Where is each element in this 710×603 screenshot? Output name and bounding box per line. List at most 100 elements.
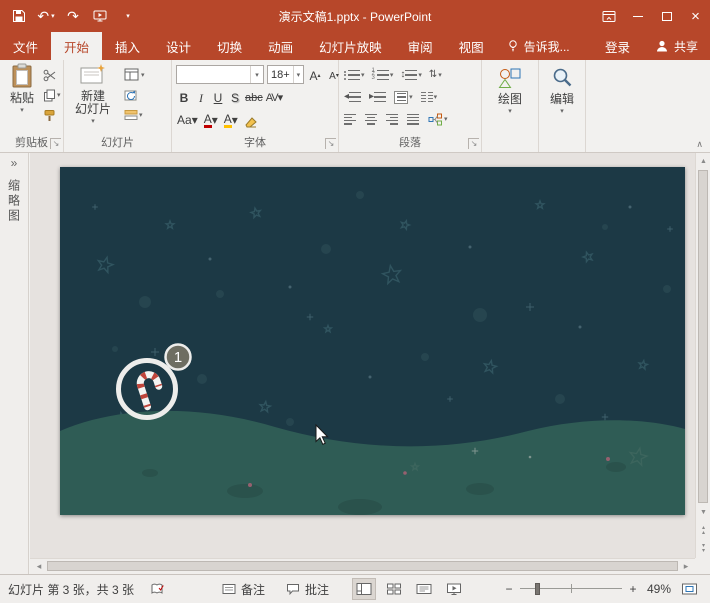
columns-button[interactable]: ▾ (421, 88, 438, 106)
scroll-up-button[interactable]: ▲ (696, 153, 710, 169)
slide-sorter-view-button[interactable] (382, 578, 406, 600)
ribbon-display-options-button[interactable] (594, 0, 623, 32)
reading-view-button[interactable] (412, 578, 436, 600)
section-icon (124, 109, 138, 121)
character-spacing-button[interactable]: AV▾ (265, 88, 283, 106)
editing-canvas[interactable]: 1 (30, 153, 695, 558)
decrease-indent-button[interactable]: ◂ (344, 88, 361, 106)
previous-slide-button[interactable]: ▴▴ (696, 522, 710, 539)
vertical-scrollbar[interactable]: ▲ ▼ ▴▴ ▾▾ (695, 153, 710, 558)
paste-button[interactable]: 粘贴 ▾ (2, 63, 42, 114)
drawing-group-button[interactable]: 绘图 ▾ (488, 66, 532, 115)
drawing-label: 绘图 (498, 93, 522, 106)
font-color-button[interactable]: A▾ (203, 110, 219, 128)
increase-indent-button[interactable]: ▸ (369, 88, 386, 106)
bold-button[interactable]: B (176, 88, 192, 106)
new-slide-button[interactable]: 新建 幻灯片 ▾ (69, 63, 117, 125)
notes-label: 备注 (241, 581, 265, 598)
tell-me-box[interactable]: 告诉我... (497, 32, 580, 60)
horizontal-scrollbar[interactable]: ◂ ▸ (30, 558, 695, 574)
horizontal-scroll-thumb[interactable] (47, 561, 678, 571)
customize-qat-button[interactable]: ▾ (118, 5, 136, 27)
tab-review[interactable]: 审阅 (395, 32, 446, 60)
clipboard-dialog-launcher[interactable]: ↘ (50, 138, 61, 149)
sign-in-button[interactable]: 登录 (592, 32, 643, 60)
redo-button[interactable]: ↷ (64, 5, 82, 27)
align-right-button[interactable] (386, 114, 398, 125)
font-name-select[interactable]: ▾ (176, 65, 264, 84)
section-button[interactable]: ▾ (124, 106, 143, 124)
tab-transitions[interactable]: 切换 (204, 32, 255, 60)
cut-button[interactable] (43, 66, 56, 84)
slideshow-view-button[interactable] (442, 578, 466, 600)
italic-button[interactable]: I (193, 88, 209, 106)
convert-to-smartart-button[interactable]: ▾ (428, 110, 448, 128)
start-slideshow-button[interactable] (91, 5, 109, 27)
normal-view-button[interactable] (352, 578, 376, 600)
justify-button[interactable] (407, 114, 419, 125)
highlight-color-button[interactable]: A▾ (223, 110, 239, 128)
character-spacing-label: AV (266, 91, 278, 106)
layout-button[interactable]: ▾ (124, 66, 145, 84)
scroll-left-button[interactable]: ◂ (32, 559, 46, 574)
zoom-slider-center-tick (571, 584, 572, 593)
copy-button[interactable]: ▾ (43, 86, 61, 104)
zoom-slider[interactable] (520, 575, 622, 603)
tab-design[interactable]: 设计 (153, 32, 204, 60)
share-button[interactable]: 共享 (643, 32, 710, 60)
format-painter-button[interactable] (43, 106, 56, 124)
font-size-select[interactable]: 18+▾ (267, 65, 304, 84)
expand-thumbnails-button[interactable]: » (0, 153, 28, 173)
undo-icon: ↶ (37, 9, 49, 23)
font-dialog-launcher[interactable]: ↘ (325, 138, 336, 149)
align-left-button[interactable] (344, 114, 356, 125)
scroll-down-button[interactable]: ▼ (696, 505, 710, 520)
scroll-right-button[interactable]: ▸ (679, 559, 693, 574)
minimize-button[interactable] (623, 0, 652, 32)
reset-button[interactable] (124, 86, 138, 104)
tab-view[interactable]: 视图 (446, 32, 497, 60)
number-badge[interactable]: 1 (166, 345, 191, 370)
slide[interactable]: 1 (60, 167, 685, 515)
vertical-scroll-thumb[interactable] (698, 170, 708, 503)
undo-button[interactable]: ↶▾ (37, 5, 55, 27)
bullets-button[interactable]: ▾ (344, 66, 365, 84)
slides-group-label: 幻灯片 (64, 134, 171, 150)
zoom-out-button[interactable]: − (502, 575, 516, 603)
bullets-icon (344, 71, 346, 80)
comments-button[interactable]: 批注 (286, 575, 329, 603)
zoom-in-button[interactable]: + (626, 575, 640, 603)
change-case-button[interactable]: Aa▾ (176, 110, 199, 128)
close-button[interactable]: × (681, 0, 710, 32)
text-shadow-button[interactable]: S (227, 88, 243, 106)
align-center-button[interactable] (365, 114, 377, 125)
tab-home[interactable]: 开始 (51, 32, 102, 60)
numbering-button[interactable]: 123▾ (372, 66, 394, 84)
save-button[interactable] (10, 5, 28, 27)
tab-file[interactable]: 文件 (0, 32, 51, 60)
editing-group-button[interactable]: 编辑 ▾ (543, 66, 581, 115)
next-slide-button[interactable]: ▾▾ (696, 540, 710, 557)
zoom-slider-thumb[interactable] (535, 583, 540, 595)
increase-font-size-button[interactable]: A▴ (307, 66, 323, 84)
tab-insert[interactable]: 插入 (102, 32, 153, 60)
text-direction-button[interactable]: ⇅▾ (429, 66, 442, 84)
person-icon (655, 39, 669, 53)
paragraph-dialog-launcher[interactable]: ↘ (468, 138, 479, 149)
line-spacing-button[interactable]: ↕▾ (400, 66, 422, 84)
chevron-down-icon: ▾ (126, 13, 130, 20)
spell-check-button[interactable] (150, 575, 166, 603)
collapse-ribbon-button[interactable]: ∧ (696, 140, 703, 149)
clear-formatting-button[interactable] (243, 110, 259, 128)
tab-animations[interactable]: 动画 (255, 32, 306, 60)
strikethrough-button[interactable]: abc (244, 88, 264, 106)
zoom-percentage[interactable]: 49% (641, 575, 671, 603)
fit-to-window-button[interactable] (681, 575, 698, 603)
underline-button[interactable]: U (210, 88, 226, 106)
smartart-dropdown-icon: ▾ (444, 115, 448, 123)
notes-button[interactable]: 备注 (222, 575, 265, 603)
tab-slideshow[interactable]: 幻灯片放映 (306, 32, 395, 60)
maximize-button[interactable] (652, 0, 681, 32)
align-text-button[interactable]: ▾ (394, 88, 413, 106)
increase-font-label: A (309, 69, 317, 84)
